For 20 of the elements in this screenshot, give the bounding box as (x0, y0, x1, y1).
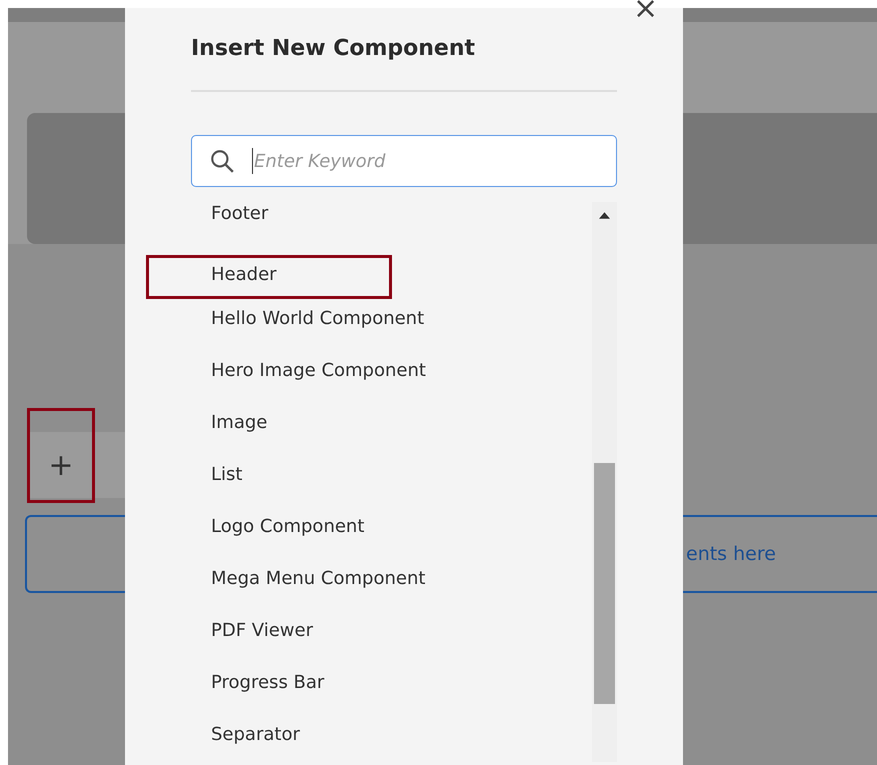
add-button[interactable]: + (27, 408, 95, 503)
close-button[interactable]: × (633, 0, 658, 24)
drop-zone-text: ents here (686, 543, 776, 565)
search-icon (209, 148, 235, 174)
search-field[interactable]: Enter Keyword (191, 135, 617, 187)
component-item[interactable]: Separator (191, 723, 587, 765)
component-item[interactable]: Footer (191, 202, 587, 255)
component-item[interactable]: Header (146, 255, 392, 299)
scrollbar[interactable] (592, 202, 617, 762)
component-item[interactable]: Progress Bar (191, 671, 587, 724)
component-item[interactable]: Hello World Component (191, 307, 587, 360)
component-item[interactable]: Logo Component (191, 515, 587, 568)
component-item[interactable]: Image (191, 411, 587, 464)
component-item[interactable]: Hero Image Component (191, 359, 587, 412)
component-item[interactable]: Mega Menu Component (191, 567, 587, 620)
component-item[interactable]: PDF Viewer (191, 619, 587, 672)
component-item[interactable]: List (191, 463, 587, 516)
dialog-title: Insert New Component (191, 36, 476, 63)
scrollbar-thumb[interactable] (594, 463, 615, 704)
scroll-up-icon[interactable] (599, 212, 610, 219)
